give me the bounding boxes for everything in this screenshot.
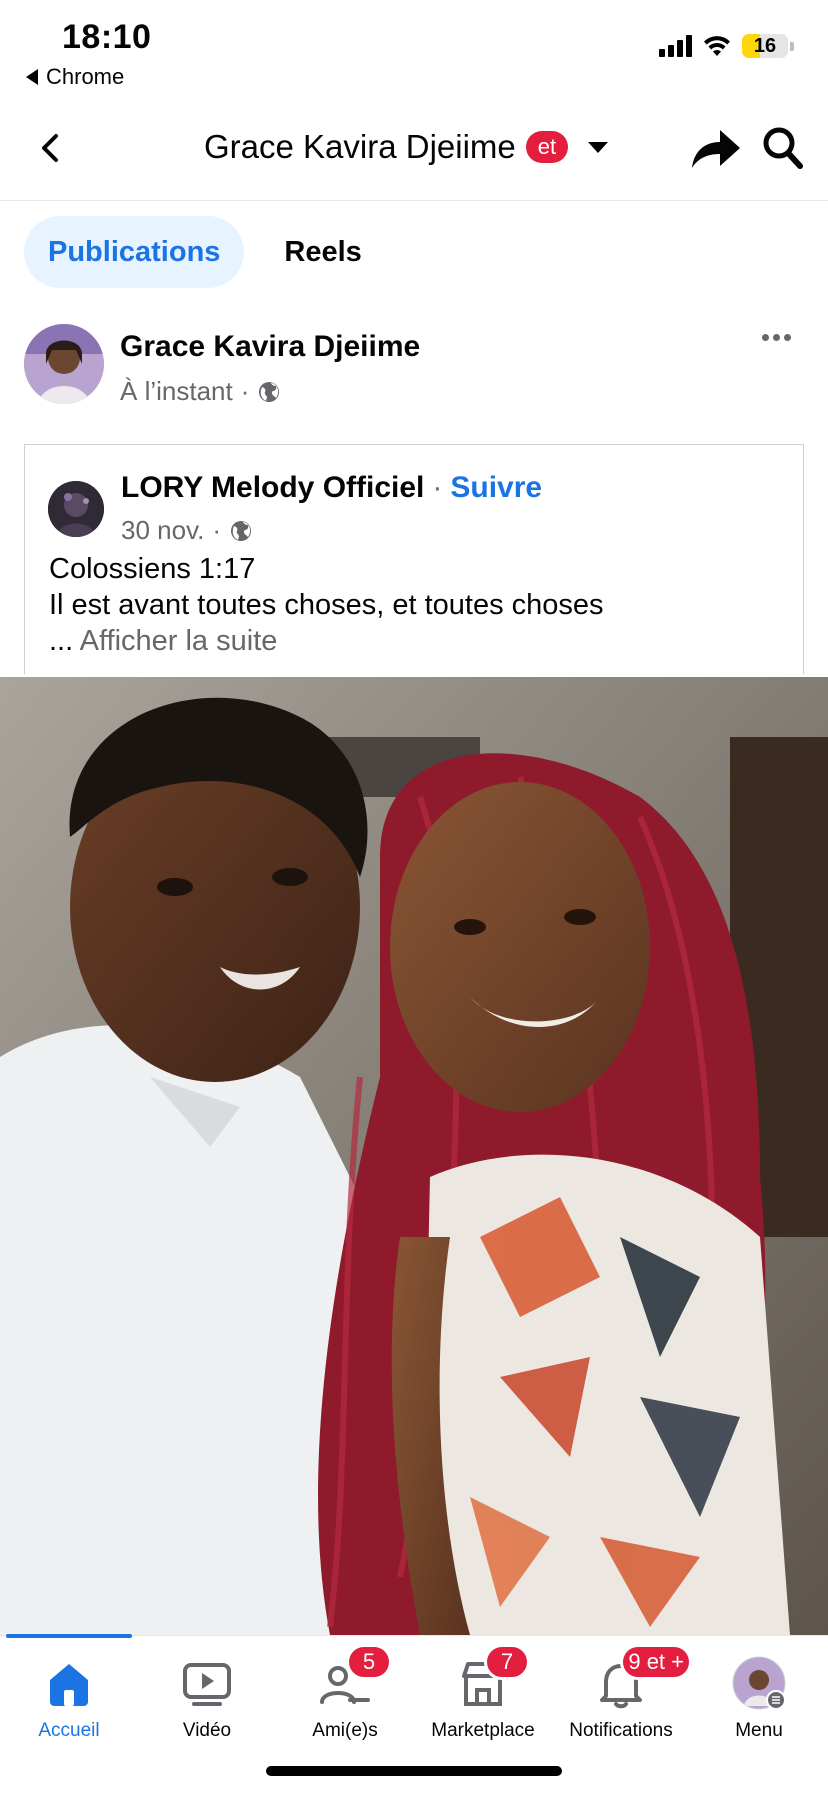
- globe-icon: [259, 381, 280, 402]
- back-triangle-icon: [26, 69, 38, 85]
- marketplace-badge: 7: [484, 1644, 530, 1680]
- nav-item-home[interactable]: Accueil: [0, 1648, 138, 1758]
- notifications-badge: 9 et +: [620, 1644, 692, 1680]
- marketplace-icon: 7: [456, 1644, 530, 1710]
- search-icon[interactable]: [760, 124, 804, 172]
- shared-post-text: Colossiens 1:17 Il est avant toutes chos…: [49, 551, 604, 659]
- status-bar: 18:10 Chrome 16: [0, 0, 828, 100]
- back-to-app-link[interactable]: Chrome: [26, 64, 124, 90]
- profile-tabs: Publications Reels: [24, 216, 386, 288]
- tab-reels[interactable]: Reels: [260, 216, 385, 288]
- post-meta: À l’instant ·: [120, 376, 281, 407]
- shared-post[interactable]: LORY Melody Officiel · Suivre 30 nov. · …: [24, 444, 804, 674]
- status-time: 18:10: [62, 18, 152, 56]
- nav-label: Marketplace: [431, 1720, 535, 1741]
- battery-tip: [790, 41, 794, 51]
- video-icon: [180, 1656, 234, 1710]
- bell-icon: 9 et +: [594, 1644, 692, 1710]
- text-ellipsis: ...: [49, 625, 74, 657]
- post-time: À l’instant: [120, 376, 233, 406]
- follow-button[interactable]: Suivre: [450, 471, 542, 505]
- shared-separator: ·: [432, 471, 443, 504]
- nav-item-friends[interactable]: 5 Ami(e)s: [276, 1644, 414, 1758]
- profile-switcher[interactable]: Grace Kavira Djeiime et: [204, 128, 609, 166]
- cellular-signal-icon: [659, 35, 692, 57]
- shared-author-avatar[interactable]: [48, 481, 104, 537]
- shared-author-name[interactable]: LORY Melody Officiel: [121, 471, 424, 505]
- nav-label: Menu: [735, 1720, 783, 1741]
- post-text-line: Colossiens 1:17: [49, 553, 256, 585]
- meta-separator: ·: [212, 515, 222, 545]
- meta-separator: ·: [240, 376, 250, 406]
- post-more-options-icon[interactable]: [762, 334, 791, 341]
- chevron-down-icon: [588, 141, 609, 153]
- back-app-label: Chrome: [46, 64, 125, 89]
- nav-item-marketplace[interactable]: 7 Marketplace: [414, 1644, 552, 1758]
- nav-item-menu[interactable]: Menu: [690, 1648, 828, 1758]
- nav-label: Vidéo: [182, 1720, 232, 1741]
- wifi-icon: [704, 36, 730, 56]
- post-author-name[interactable]: Grace Kavira Djeiime: [120, 330, 420, 364]
- post-text-line: ... Afficher la suite: [49, 623, 604, 659]
- post-author-avatar[interactable]: [24, 324, 104, 404]
- post-photo[interactable]: [0, 677, 828, 1635]
- friends-icon: 5: [318, 1644, 392, 1710]
- battery-level: 16: [753, 34, 777, 57]
- active-tab-indicator: [6, 1634, 132, 1638]
- friends-badge: 5: [346, 1644, 392, 1680]
- battery-icon: 16: [742, 34, 788, 58]
- status-icons: 16: [659, 34, 794, 58]
- globe-icon: [231, 520, 252, 541]
- profile-avatar: [732, 1656, 786, 1710]
- nav-item-notifications[interactable]: 9 et + Notifications: [552, 1644, 692, 1758]
- shared-meta: 30 nov. ·: [121, 515, 253, 546]
- home-icon: [42, 1656, 96, 1710]
- shared-author-line: LORY Melody Officiel · Suivre: [121, 471, 542, 505]
- nav-label: Accueil: [38, 1720, 100, 1741]
- tab-publications[interactable]: Publications: [24, 216, 245, 288]
- nav-item-video[interactable]: Vidéo: [138, 1648, 276, 1758]
- post-text-line: Il est avant toutes choses, et toutes ch…: [49, 589, 604, 621]
- see-more-link[interactable]: Afficher la suite: [80, 625, 278, 657]
- nav-label: Notifications: [569, 1720, 673, 1741]
- back-arrow-icon[interactable]: [30, 126, 74, 170]
- profile-header: Grace Kavira Djeiime et: [0, 100, 828, 201]
- shared-date: 30 nov.: [121, 515, 205, 545]
- header-badge: et: [525, 131, 569, 163]
- page-title: Grace Kavira Djeiime: [204, 128, 516, 165]
- share-arrow-icon[interactable]: [688, 122, 744, 174]
- home-indicator[interactable]: [266, 1766, 562, 1776]
- nav-label: Ami(e)s: [312, 1720, 378, 1741]
